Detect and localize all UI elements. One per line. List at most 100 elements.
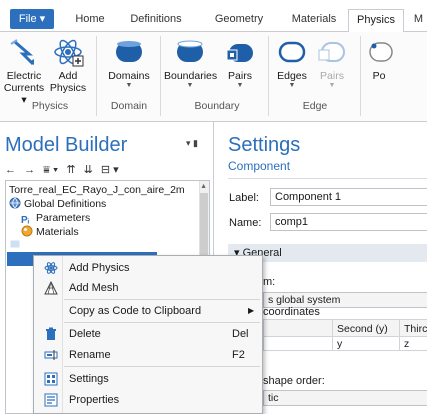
boundaries-icon [177, 40, 203, 62]
add-physics-label-1: Add [58, 70, 78, 82]
boundaries-caret-icon: ▼ [186, 82, 194, 89]
name-field[interactable]: comp1 [270, 213, 427, 231]
electric-currents-button[interactable]: Electric Currents ▾ [2, 36, 46, 106]
tab-physics[interactable]: Physics [348, 9, 404, 33]
menu-item-label: Add Physics [69, 262, 130, 274]
group-label-domain: Domain [110, 100, 148, 112]
forward-arrow-icon[interactable]: → [24, 164, 35, 176]
collapse-all-icon[interactable]: ⊟ ▾ [101, 164, 119, 176]
menu-item-label: Delete [69, 328, 101, 340]
add-physics-button[interactable]: Add Physics [48, 36, 88, 94]
add-physics-icon [54, 39, 84, 67]
edges-icon [278, 41, 306, 63]
pairs-button[interactable]: Pairs ▼ [220, 36, 260, 90]
tree-component-label: Component 1 (comp1) [24, 239, 129, 251]
group-label-edge: Edge [302, 100, 328, 112]
menu-item-properties[interactable]: Properties [34, 390, 262, 410]
electric-currents-icon [10, 39, 35, 66]
domains-icon [116, 41, 142, 62]
edges-label: Edges [277, 70, 307, 82]
pairs-label: Pairs [228, 70, 252, 82]
domains-caret-icon: ▼ [125, 82, 133, 89]
tree-item-parameters[interactable]: Pᵢ Parameters [21, 211, 91, 226]
edges-button[interactable]: Edges ▼ [272, 36, 312, 90]
tab-definitions[interactable]: Definitions [120, 9, 192, 32]
context-menu: Add Physics Add Mesh Copy as Code to Cli… [33, 255, 263, 414]
edge-pairs-button[interactable]: Pairs ▼ [312, 36, 352, 90]
points-label: Po [372, 70, 386, 82]
tree-parameters-label: Parameters [36, 212, 91, 224]
tab-more[interactable]: M [410, 9, 427, 32]
move-down-icon[interactable]: ⇊ [84, 164, 93, 176]
group-separator [360, 36, 361, 116]
menu-item-add-physics[interactable]: Add Physics [34, 258, 262, 278]
panel-pin-icon[interactable]: ▾ ▮ [186, 138, 198, 149]
group-separator [160, 36, 161, 116]
tree-item-component[interactable]: Component 1 (comp1) [9, 238, 128, 252]
settings-divider [228, 178, 427, 179]
edges-caret-icon: ▼ [288, 82, 296, 89]
add-physics-icon [44, 262, 58, 274]
tree-global-definitions-label: Global Definitions [24, 198, 107, 210]
model-builder-title: Model Builder [5, 134, 128, 156]
menu-item-label: Properties [69, 394, 120, 406]
points-button[interactable]: Po [364, 36, 394, 82]
tree-item-materials[interactable]: Materials [21, 225, 79, 239]
label-field[interactable]: Component 1 [270, 188, 427, 206]
component-icon [9, 239, 21, 249]
model-builder-toolbar: ← → ⩸ ▾ ⇈ ⇊ ⊟ ▾ [5, 163, 124, 177]
tree-root-label: Torre_real_EC_Rayo_J_con_aire_2m [9, 184, 185, 196]
group-separator [96, 36, 97, 116]
menu-separator [64, 299, 260, 300]
ribbon-tabbar: File ▾ Home Definitions Geometry Materia… [0, 0, 427, 33]
group-separator [268, 36, 269, 116]
scroll-up-icon[interactable]: ▲ [200, 183, 207, 190]
edge-pairs-icon [318, 42, 345, 62]
coord-cell-second[interactable]: y [332, 336, 400, 351]
boundaries-button[interactable]: Boundaries ▼ [164, 36, 218, 90]
boundaries-label: Boundaries [164, 70, 218, 82]
menu-item-rename[interactable]: Rename F2 [34, 345, 262, 365]
submenu-arrow-icon: ▶ [248, 306, 255, 315]
menu-item-delete[interactable]: Delete Del [34, 324, 262, 344]
group-label-boundary: Boundary [194, 100, 240, 112]
menu-separator [64, 366, 260, 367]
coordinate-system-caption: m: [263, 276, 276, 288]
tree-item-root[interactable]: Torre_real_EC_Rayo_J_con_aire_2m [9, 183, 185, 197]
menu-item-shortcut: F2 [232, 349, 245, 361]
menu-item-settings[interactable]: Settings [34, 369, 262, 389]
tab-materials[interactable]: Materials [282, 9, 346, 32]
points-icon [369, 42, 393, 62]
coord-cell-first[interactable] [263, 336, 333, 351]
delete-icon [46, 327, 56, 340]
name-caption: Name: [229, 217, 262, 229]
pairs-caret-icon: ▼ [236, 82, 244, 89]
back-arrow-icon[interactable]: ← [5, 164, 16, 176]
tab-file[interactable]: File ▾ [10, 9, 54, 29]
show-options-icon[interactable]: ⩸ ▾ [43, 164, 58, 176]
settings-subtitle: Component [228, 159, 291, 173]
tab-geometry[interactable]: Geometry [207, 9, 271, 32]
add-mesh-icon [44, 281, 58, 295]
coord-cell-third[interactable]: z [399, 336, 427, 351]
edge-pairs-caret-icon: ▼ [328, 82, 336, 89]
menu-item-copy-as-code[interactable]: Copy as Code to Clipboard ▶ [34, 301, 262, 321]
menu-item-shortcut: Del [232, 328, 249, 340]
shape-order-select[interactable]: tic [263, 390, 427, 406]
menu-item-label: Settings [69, 373, 109, 385]
domains-label: Domains [108, 70, 150, 82]
menu-item-add-mesh[interactable]: Add Mesh [34, 278, 262, 298]
rename-icon [44, 350, 58, 360]
move-up-icon[interactable]: ⇈ [66, 164, 75, 176]
tree-item-global-definitions[interactable]: Global Definitions [9, 197, 106, 211]
settings-icon [44, 372, 58, 386]
tree-materials-label: Materials [36, 226, 79, 238]
electric-currents-label-1: Electric [6, 70, 42, 82]
domains-button[interactable]: Domains ▼ [104, 36, 154, 90]
coordinates-caption: coordinates [263, 306, 320, 318]
menu-item-label: Copy as Code to Clipboard [69, 305, 202, 317]
group-label-physics: Physics [31, 100, 69, 112]
coord-header-third: Thirc [399, 319, 427, 337]
tab-home[interactable]: Home [64, 9, 116, 32]
edge-pairs-label: Pairs [320, 70, 344, 82]
